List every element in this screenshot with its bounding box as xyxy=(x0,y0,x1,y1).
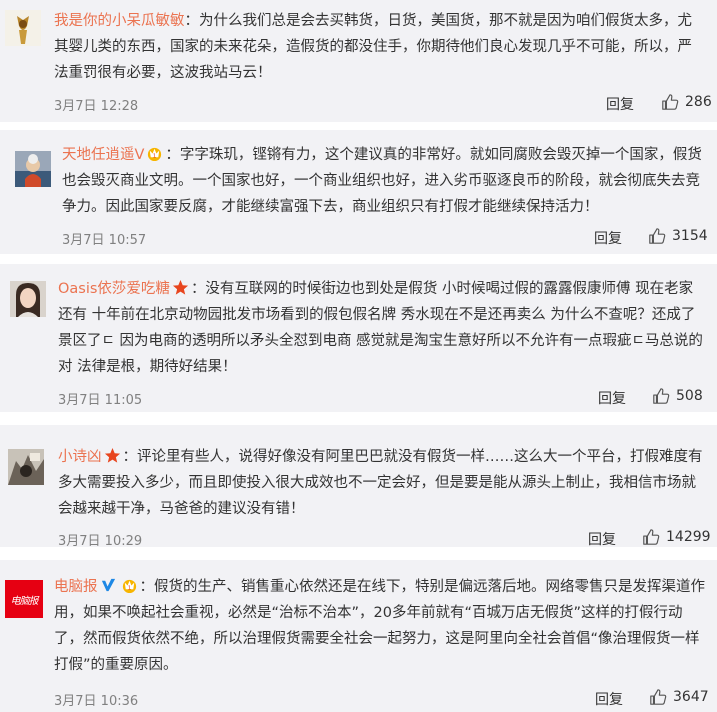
username-link[interactable]: 天地任逍遥V xyxy=(62,147,144,163)
vip-crown-icon: 1 xyxy=(146,145,163,162)
comment-timestamp: 3月7日 10:29 xyxy=(58,534,143,549)
reply-button[interactable]: 回复 xyxy=(588,529,616,549)
comment-timestamp: 3月7日 10:57 xyxy=(62,233,147,248)
star-icon xyxy=(104,447,121,464)
comment-text: ：评论里有些人，说得好像没有阿里巴巴就没有假货一样……这么大一个平台，打假难度有… xyxy=(58,449,703,517)
avatar[interactable] xyxy=(15,151,51,187)
comment-card: 我是你的小呆瓜敏敏：为什么我们总是会去买韩货，日货，美国货，那不就是因为咱们假货… xyxy=(0,0,717,122)
reply-button[interactable]: 回复 xyxy=(606,94,634,114)
svg-text:1: 1 xyxy=(153,153,157,159)
comment-feed: 我是你的小呆瓜敏敏：为什么我们总是会去买韩货，日货，美国货，那不就是因为咱们假货… xyxy=(0,0,717,712)
avatar[interactable] xyxy=(5,10,41,46)
like-button[interactable]: 3154 xyxy=(648,227,708,245)
avatar[interactable]: 电脑报 xyxy=(5,580,43,618)
comment-body: 天地任逍遥V 1 ：字字珠玑，铿锵有力，这个建议真的非常好。就如同腐败会毁灭掉一个国… xyxy=(62,142,708,220)
comment-body: 我是你的小呆瓜敏敏：为什么我们总是会去买韩货，日货，美国货，那不就是因为咱们假货… xyxy=(54,8,706,86)
comment-text: ：假货的生产、销售重心依然还是在线下，特别是偏远落后地。网络零售只是发挥渠道作用… xyxy=(54,579,705,673)
svg-text:1: 1 xyxy=(127,585,131,591)
username-link[interactable]: 电脑报 xyxy=(54,579,98,595)
avatar[interactable] xyxy=(8,449,44,485)
like-count: 3647 xyxy=(673,689,709,705)
comment-timestamp: 3月7日 12:28 xyxy=(54,99,139,114)
like-count: 3154 xyxy=(672,228,708,244)
username-link[interactable]: 我是你的小呆瓜敏敏 xyxy=(54,13,185,29)
like-button[interactable]: 508 xyxy=(652,387,703,405)
comment-body: 电脑报 1 ：假货的生产、销售重心依然还是在线下，特别是偏远落后地。网络零售只是发挥… xyxy=(54,574,710,678)
thumbs-up-icon xyxy=(662,94,679,110)
like-button[interactable]: 286 xyxy=(661,93,712,111)
thumbs-up-icon xyxy=(653,388,670,404)
reply-button[interactable]: 回复 xyxy=(595,689,623,709)
thumbs-up-icon xyxy=(649,228,666,244)
thumbs-up-icon xyxy=(643,529,660,545)
reply-button[interactable]: 回复 xyxy=(594,228,622,248)
username-link[interactable]: 小诗凶 xyxy=(58,449,102,465)
avatar[interactable] xyxy=(10,281,46,317)
verified-icon xyxy=(100,577,117,594)
comment-body: Oasis依莎爱吃糖 ：没有互联网的时候街边也到处是假货 小时候喝过假的露露假康师… xyxy=(58,276,706,380)
comment-timestamp: 3月7日 11:05 xyxy=(58,393,143,408)
comment-card: 小诗凶 ：评论里有些人，说得好像没有阿里巴巴就没有假货一样……这么大一个平台，打假… xyxy=(0,425,717,549)
thumbs-up-icon xyxy=(650,689,667,705)
comment-card: 天地任逍遥V 1 ：字字珠玑，铿锵有力，这个建议真的非常好。就如同腐败会毁灭掉一个国… xyxy=(0,130,717,254)
comment-body: 小诗凶 ：评论里有些人，说得好像没有阿里巴巴就没有假货一样……这么大一个平台，打假… xyxy=(58,444,708,522)
like-count: 508 xyxy=(676,388,703,404)
like-button[interactable]: 14299 xyxy=(642,528,711,546)
reply-button[interactable]: 回复 xyxy=(598,388,626,408)
like-count: 286 xyxy=(685,94,712,110)
vip-crown-icon: 1 xyxy=(121,577,138,594)
comment-card: 电脑报 电脑报 1 ：假货的生产、销售重心依然还是在线下，特别是偏远落后地。网络零售… xyxy=(0,560,717,712)
like-button[interactable]: 3647 xyxy=(649,688,709,706)
like-count: 14299 xyxy=(666,529,711,545)
avatar-logo-text: 电脑报 xyxy=(10,595,39,607)
comment-timestamp: 3月7日 10:36 xyxy=(54,694,139,709)
star-icon xyxy=(172,279,189,296)
comment-card: Oasis依莎爱吃糖 ：没有互联网的时候街边也到处是假货 小时候喝过假的露露假康师… xyxy=(0,264,717,412)
username-link[interactable]: Oasis依莎爱吃糖 xyxy=(58,281,170,297)
